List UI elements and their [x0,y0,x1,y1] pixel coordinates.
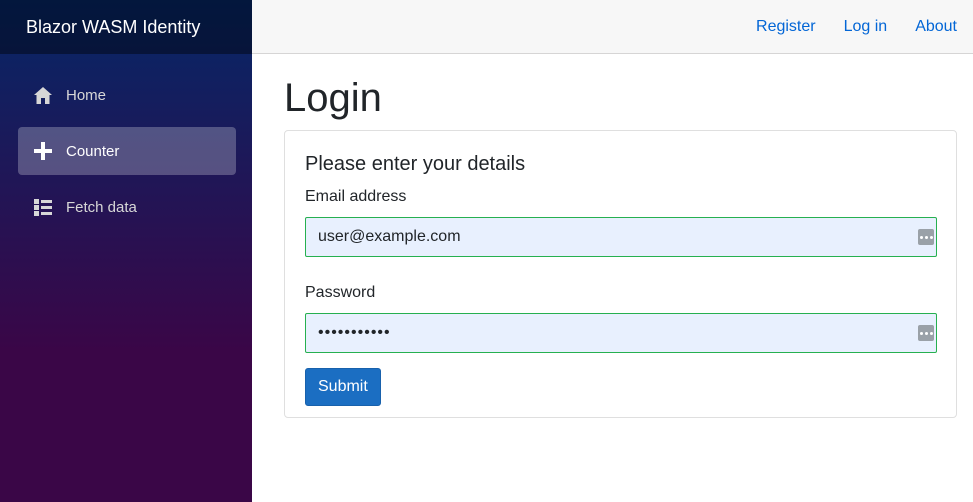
sidebar-item-counter[interactable]: Counter [18,127,236,175]
password-field-wrapper [305,313,937,353]
password-label: Password [305,284,376,301]
email-field[interactable] [318,228,898,246]
password-manager-icon[interactable] [918,325,934,341]
submit-button[interactable]: Submit [305,368,381,406]
top-row: Register Log in About [252,0,973,54]
password-manager-icon[interactable] [918,229,934,245]
email-label: Email address [305,188,407,205]
plus-icon [33,141,53,161]
login-card: Please enter your details Email address … [284,130,957,418]
page-title: Login [284,76,382,120]
sidebar: Blazor WASM Identity Home Counter Fetch [0,0,252,502]
email-field-wrapper [305,217,937,257]
register-link[interactable]: Register [756,18,816,36]
sidebar-nav: Home Counter Fetch data [0,54,252,231]
home-icon [33,85,53,105]
login-link[interactable]: Log in [844,18,888,36]
sidebar-item-home[interactable]: Home [18,71,236,119]
password-field[interactable] [318,324,898,342]
brand-link[interactable]: Blazor WASM Identity [26,17,200,38]
brand-bar: Blazor WASM Identity [0,0,252,54]
sidebar-item-label: Counter [66,142,120,160]
about-link[interactable]: About [915,18,957,36]
sidebar-item-label: Fetch data [66,198,137,216]
list-icon [33,197,53,217]
main-content: Login Please enter your details Email ad… [284,54,957,418]
card-title: Please enter your details [305,153,526,175]
sidebar-item-fetch-data[interactable]: Fetch data [18,183,236,231]
sidebar-item-label: Home [66,86,107,104]
